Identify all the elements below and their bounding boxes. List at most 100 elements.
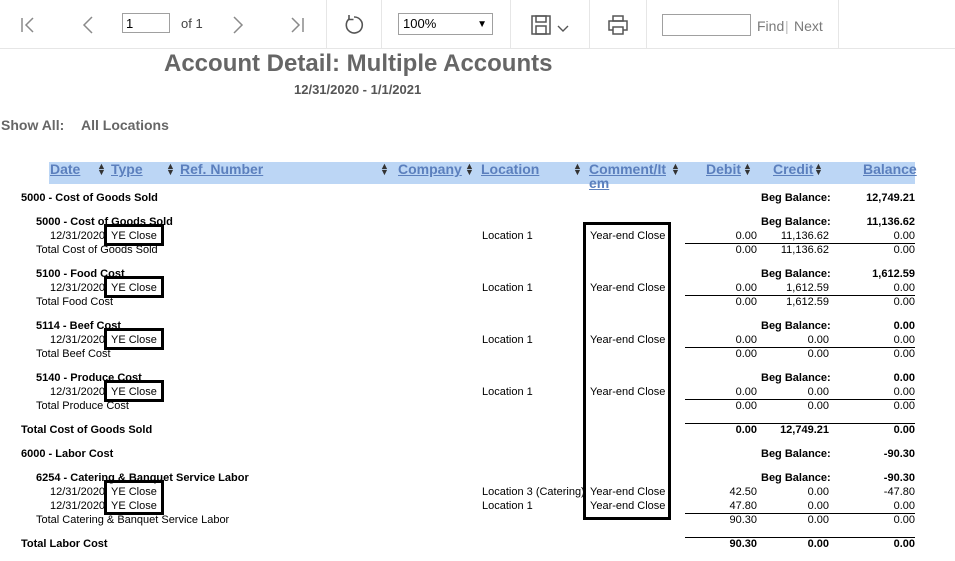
beg-balance-value: -90.30 <box>883 448 915 460</box>
row-credit: 0.00 <box>807 486 829 498</box>
row-balance: 0.00 <box>893 230 915 242</box>
row-balance: 0.00 <box>893 334 915 346</box>
find-separator: | <box>785 18 789 34</box>
sort-icon[interactable]: ▲ ▼ <box>465 162 474 177</box>
row-balance: 0.00 <box>893 500 915 512</box>
sort-icon[interactable]: ▲ ▼ <box>380 162 389 177</box>
group-total-label: Total Cost of Goods Sold <box>21 424 153 436</box>
group-total-balance: 0.00 <box>893 538 915 550</box>
report-title: Account Detail: Multiple Accounts <box>164 50 553 77</box>
beg-balance-label: Beg Balance: <box>761 448 831 460</box>
sort-icon[interactable]: ▲ ▼ <box>573 162 582 177</box>
row-location: Location 1 <box>482 230 533 242</box>
row-debit: 0.00 <box>735 334 757 346</box>
row-debit: 0.00 <box>735 282 757 294</box>
row-balance: 0.00 <box>893 386 915 398</box>
show-all-label: Show All: <box>1 117 65 133</box>
group-title: 5000 - Cost of Goods Sold <box>21 192 158 204</box>
sort-icon[interactable]: ▲ ▼ <box>166 162 175 177</box>
export-button[interactable] <box>527 12 573 38</box>
beg-balance-label: Beg Balance: <box>761 320 831 332</box>
total-debit: 0.00 <box>735 296 757 308</box>
total-balance: 0.00 <box>893 514 915 526</box>
next-page-icon <box>233 16 244 34</box>
column-header-company[interactable]: Company <box>398 162 462 176</box>
group-total-label: Total Labor Cost <box>21 538 108 550</box>
highlight-box <box>104 480 164 515</box>
total-balance: 0.00 <box>893 348 915 360</box>
beg-balance-value: -90.30 <box>883 472 915 484</box>
row-date: 12/31/2020 <box>50 230 106 242</box>
sort-icon[interactable]: ▲ ▼ <box>743 162 752 177</box>
account-total-label: Total Food Cost <box>36 296 114 308</box>
page-number-input[interactable] <box>122 13 170 33</box>
find-input[interactable] <box>662 14 751 36</box>
group-title: 6000 - Labor Cost <box>21 448 114 460</box>
row-credit: 0.00 <box>807 500 829 512</box>
total-credit: 0.00 <box>807 514 829 526</box>
report-toolbar: of 1 100% ▼ Find | Next <box>0 0 955 49</box>
refresh-icon <box>345 15 364 34</box>
total-balance: 0.00 <box>893 400 915 412</box>
zoom-value: 100% <box>403 16 437 31</box>
sort-icon[interactable]: ▲ ▼ <box>97 162 106 177</box>
beg-balance-label: Beg Balance: <box>761 472 831 484</box>
total-debit: 0.00 <box>735 400 757 412</box>
first-page-icon <box>21 17 34 33</box>
row-date: 12/31/2020 <box>50 386 106 398</box>
column-header-location[interactable]: Location <box>481 162 539 176</box>
group-total-balance: 0.00 <box>893 424 915 436</box>
first-page-button[interactable] <box>17 12 39 38</box>
column-header-debit[interactable]: Debit <box>706 162 741 176</box>
row-credit: 11,136.62 <box>780 230 829 242</box>
next-link[interactable]: Next <box>794 18 823 34</box>
row-location: Location 1 <box>482 500 533 512</box>
next-page-button[interactable] <box>227 12 249 38</box>
row-date: 12/31/2020 <box>50 486 106 498</box>
toolbar-divider <box>838 0 839 48</box>
row-credit: 1,612.59 <box>786 282 829 294</box>
highlight-box <box>104 328 164 350</box>
beg-balance-value: 0.00 <box>893 372 915 384</box>
column-header-balance[interactable]: Balance <box>863 162 917 176</box>
column-header-type[interactable]: Type <box>111 162 143 176</box>
column-header-credit[interactable]: Credit <box>773 162 813 176</box>
highlight-box <box>104 380 164 402</box>
highlight-box <box>583 222 671 520</box>
last-page-icon <box>291 17 304 33</box>
last-page-button[interactable] <box>286 12 308 38</box>
beg-balance-label: Beg Balance: <box>761 216 831 228</box>
row-location: Location 1 <box>482 334 533 346</box>
total-credit: 11,136.62 <box>780 244 829 256</box>
column-header-date[interactable]: Date <box>50 162 80 176</box>
total-credit: 1,612.59 <box>786 296 829 308</box>
column-header-comment[interactable]: Comment/It em <box>589 162 666 190</box>
prev-page-icon <box>82 16 93 34</box>
zoom-select[interactable]: 100% ▼ <box>398 13 493 35</box>
row-debit: 0.00 <box>735 230 757 242</box>
row-debit: 42.50 <box>729 486 757 498</box>
row-balance: -47.80 <box>883 486 915 498</box>
dropdown-arrow-icon: ▼ <box>477 19 487 30</box>
toolbar-divider <box>646 0 647 48</box>
account-total-label: Total Catering & Banquet Service Labor <box>36 514 230 526</box>
print-button[interactable] <box>606 12 630 38</box>
save-icon <box>531 15 551 35</box>
beg-balance-label: Beg Balance: <box>761 372 831 384</box>
show-all-value: All Locations <box>81 117 169 133</box>
refresh-button[interactable] <box>342 12 366 38</box>
column-header-ref-number[interactable]: Ref. Number <box>180 162 263 176</box>
group-total-credit: 0.00 <box>807 538 829 550</box>
row-debit: 0.00 <box>735 386 757 398</box>
sort-icon[interactable]: ▲ ▼ <box>671 162 680 177</box>
beg-balance-value: 11,136.62 <box>866 216 915 228</box>
group-total-debit: 90.30 <box>729 538 757 550</box>
find-link[interactable]: Find <box>757 18 784 34</box>
page-count-label: of 1 <box>181 16 203 31</box>
total-balance: 0.00 <box>893 296 915 308</box>
row-date: 12/31/2020 <box>50 282 106 294</box>
sort-icon[interactable]: ▲ ▼ <box>814 162 823 177</box>
prev-page-button[interactable] <box>77 12 99 38</box>
row-date: 12/31/2020 <box>50 334 106 346</box>
toolbar-divider <box>326 0 327 48</box>
